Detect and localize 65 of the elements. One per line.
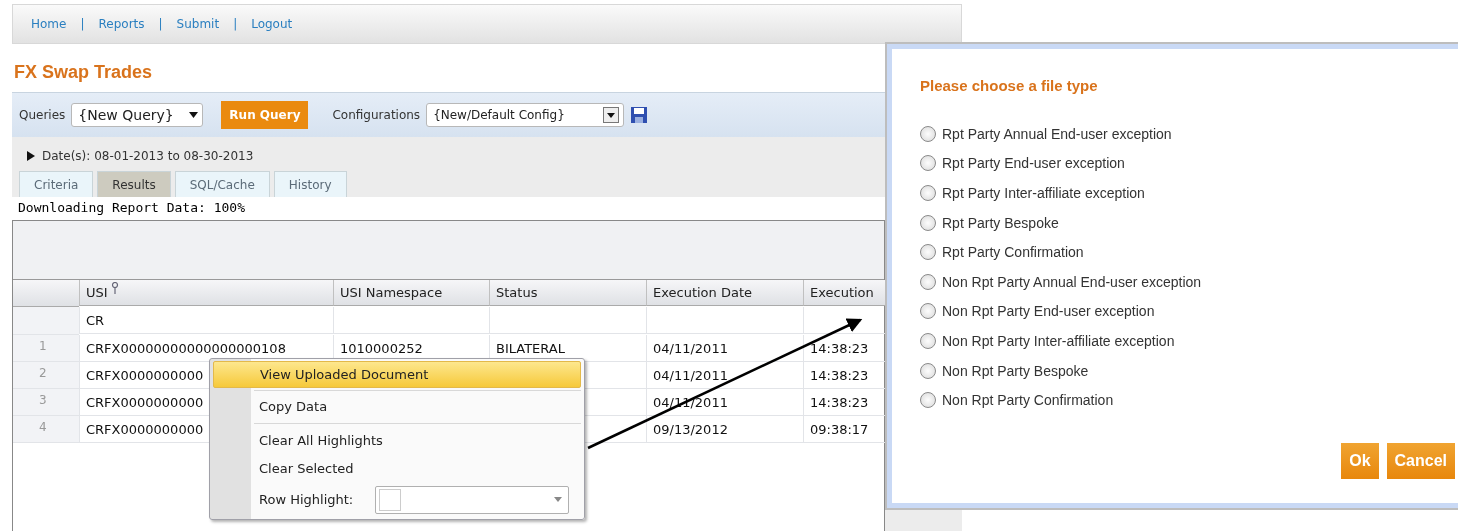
tab[interactable]: Criteria <box>19 171 94 197</box>
radio-button[interactable] <box>920 273 936 290</box>
color-picker[interactable] <box>375 485 570 514</box>
row-number: 1 <box>13 335 79 362</box>
row-number: 4 <box>13 416 79 443</box>
column-header[interactable]: Status <box>489 280 646 306</box>
file-type-option[interactable]: Non Rpt Party Bespoke <box>920 355 1458 386</box>
filter-cell[interactable] <box>489 307 646 334</box>
radio-button[interactable] <box>920 185 936 201</box>
column-header[interactable]: USI Namespace <box>333 280 489 306</box>
radio-button[interactable] <box>920 362 936 379</box>
nav-link[interactable]: Submit <box>176 17 220 31</box>
row-number-cell <box>13 307 79 335</box>
caret-icon <box>554 497 563 503</box>
nav-separator: | <box>158 17 163 31</box>
nav-link[interactable]: Home <box>31 17 67 31</box>
file-type-option[interactable]: Non Rpt Party Annual End-user exception <box>920 266 1458 297</box>
tab[interactable]: SQL/Cache <box>174 171 270 197</box>
table-cell: 09/13/2012 <box>646 416 803 443</box>
nav-separator: | <box>80 17 85 31</box>
filter-cell[interactable] <box>333 307 489 334</box>
column-header[interactable]: USI <box>79 280 333 306</box>
radio-button[interactable] <box>920 244 936 261</box>
radio-button[interactable] <box>920 125 936 142</box>
menu-item[interactable]: View Uploaded Document <box>213 361 581 388</box>
radio-button[interactable] <box>920 392 936 409</box>
nav-link[interactable]: Reports <box>98 17 145 31</box>
queries-label: Queries <box>19 108 66 122</box>
dialog-title: Please choose a file type <box>920 77 1099 94</box>
table-cell: 04/11/2011 <box>646 335 803 362</box>
pin-icon <box>110 282 119 294</box>
collapsed-triangle-icon[interactable] <box>26 151 36 161</box>
color-swatch <box>379 488 402 511</box>
radio-button[interactable] <box>920 214 936 231</box>
file-type-option[interactable]: Non Rpt Party Inter-affiliate exception <box>920 326 1458 356</box>
file-type-option[interactable]: Non Rpt Party End-user exception <box>920 296 1458 327</box>
file-type-option[interactable]: Rpt Party End-user exception <box>920 148 1458 179</box>
config-select[interactable]: {New/Default Config} <box>426 103 625 127</box>
save-icon[interactable] <box>630 106 649 124</box>
file-type-option[interactable]: Rpt Party Confirmation <box>920 237 1458 267</box>
row-number: 2 <box>13 362 79 389</box>
row-highlight-label: Row Highlight: <box>259 492 354 508</box>
radio-button[interactable] <box>920 155 936 172</box>
file-type-option[interactable]: Non Rpt Party Confirmation <box>920 385 1458 415</box>
radio-button[interactable] <box>920 332 936 349</box>
caret-icon <box>189 112 199 118</box>
caret-icon <box>603 107 620 123</box>
filter-cell[interactable] <box>646 307 803 334</box>
date-range: Date(s): 08-01-2013 to 08-30-2013 <box>42 149 254 163</box>
tab[interactable]: Results <box>97 171 171 197</box>
column-header[interactable]: Execution <box>803 280 886 306</box>
radio-button[interactable] <box>920 303 936 320</box>
filter-cell[interactable]: CR <box>79 307 333 334</box>
file-type-option[interactable]: Rpt Party Annual End-user exception <box>920 119 1458 149</box>
table-cell: 04/11/2011 <box>646 362 803 389</box>
column-header[interactable]: Execution Date <box>646 280 803 306</box>
query-select[interactable]: {New Query} <box>71 103 204 127</box>
page-title: FX Swap Trades <box>14 62 153 84</box>
nav-separator: | <box>233 17 238 31</box>
nav-link[interactable]: Logout <box>251 17 293 31</box>
row-number-header <box>13 280 79 307</box>
row-number: 3 <box>13 389 79 416</box>
tab[interactable]: History <box>273 171 347 197</box>
menu-item[interactable]: Clear Selected <box>213 454 581 483</box>
configurations-label: Configurations <box>332 108 421 122</box>
